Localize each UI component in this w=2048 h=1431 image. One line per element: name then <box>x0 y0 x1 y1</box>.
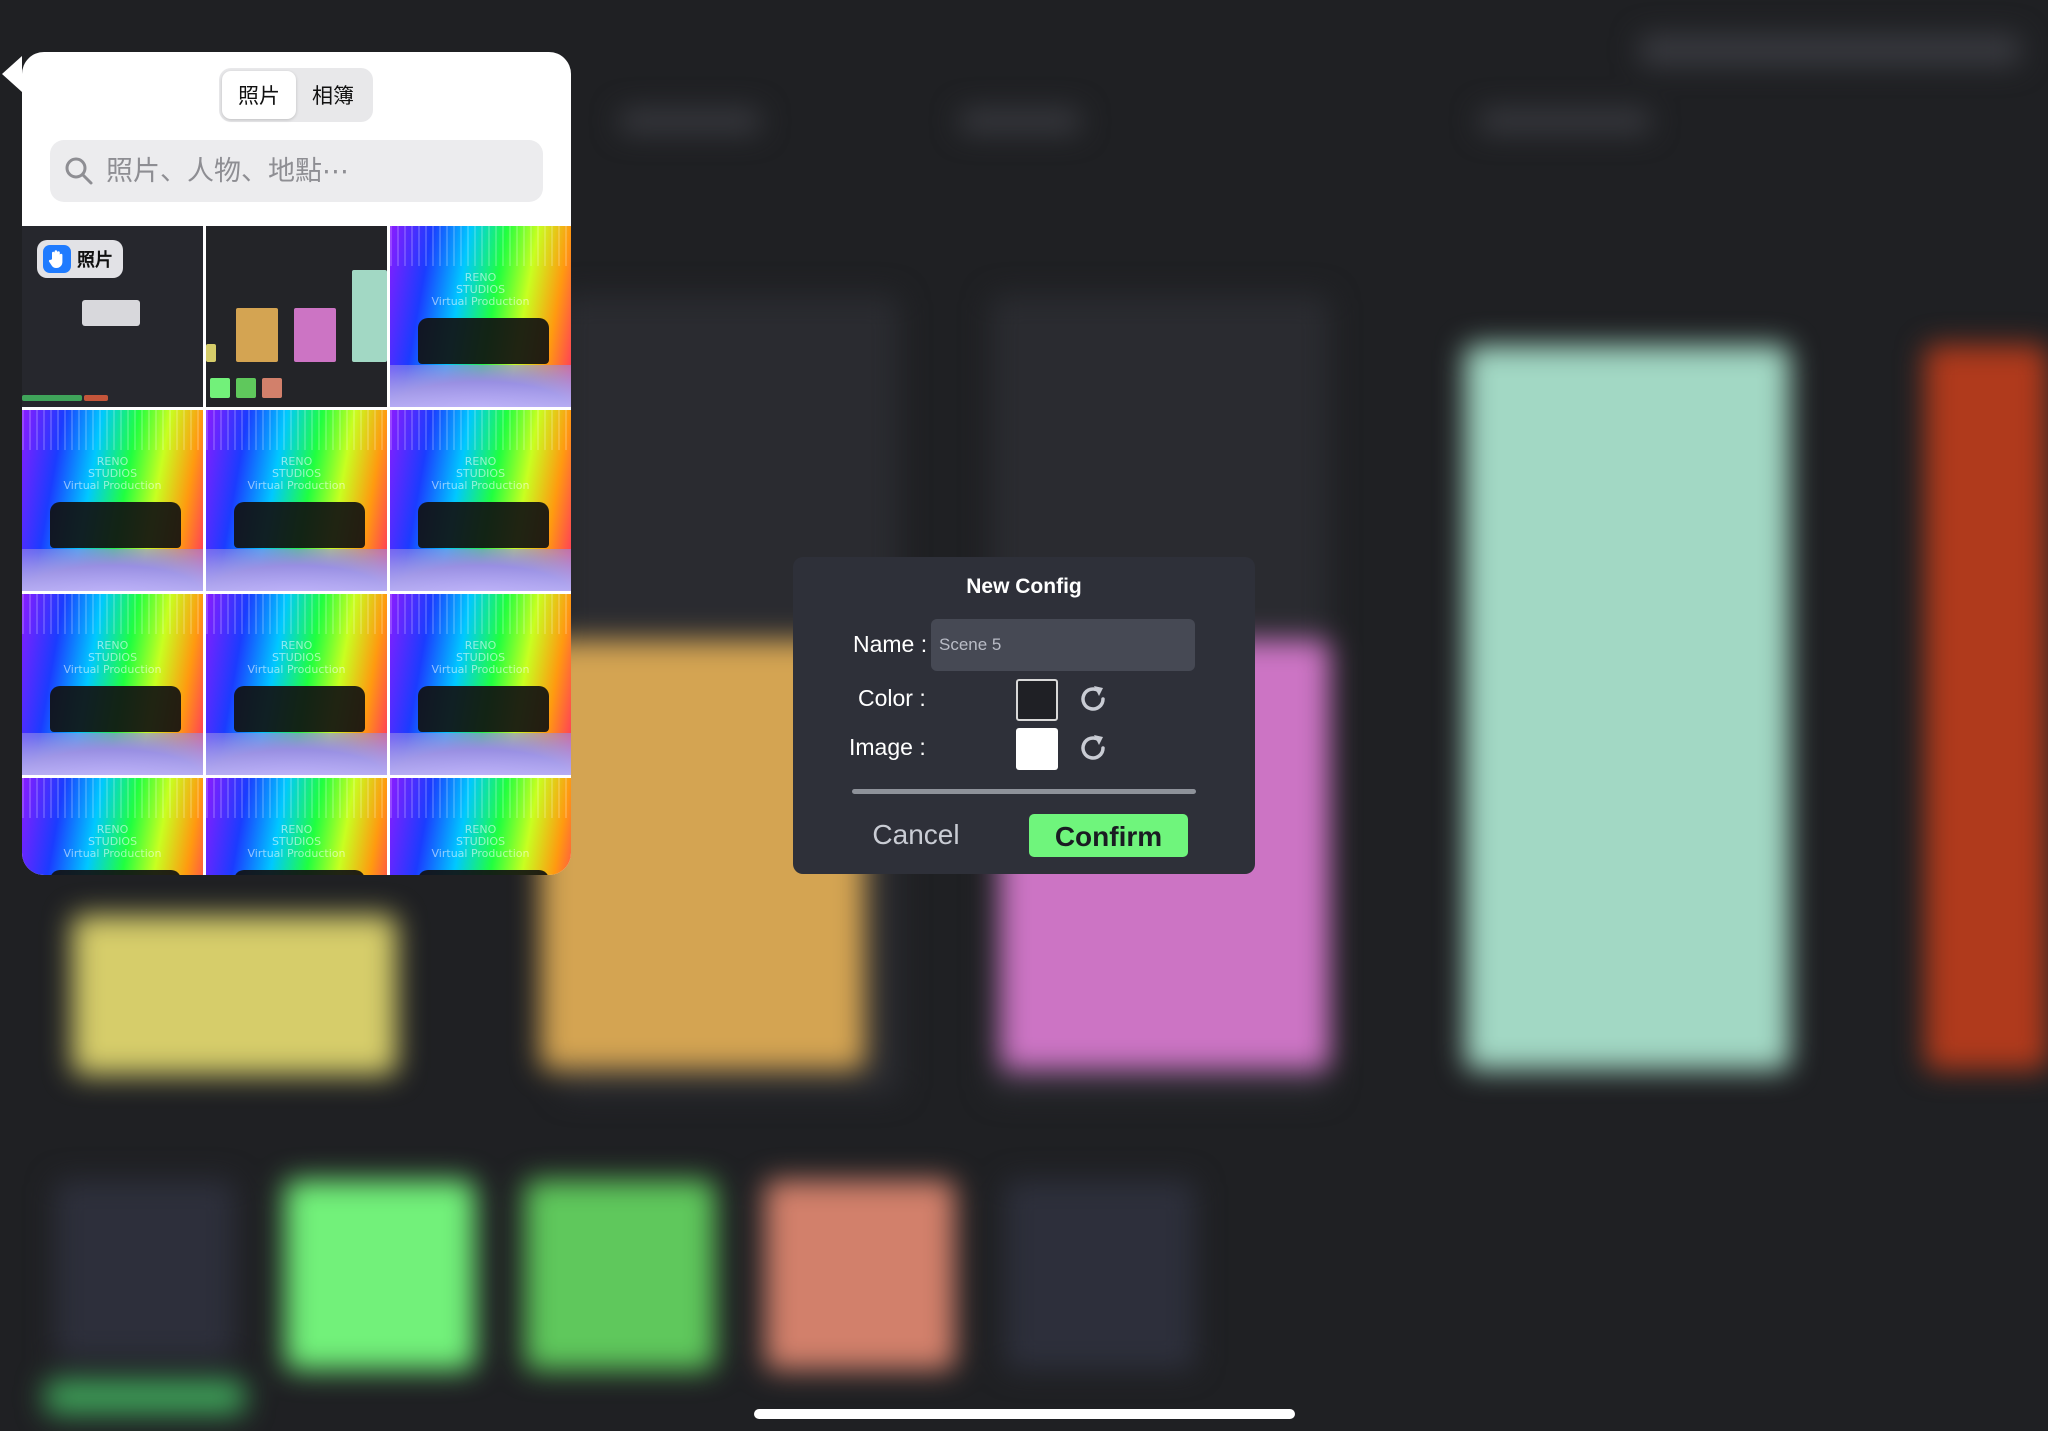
studio-caption: RENO STUDIOS Virtual Production <box>247 823 346 860</box>
studio-caption: RENO STUDIOS Virtual Production <box>431 639 530 676</box>
color-swatch[interactable] <box>1016 679 1058 721</box>
dialog-divider <box>852 789 1196 794</box>
studio-caption: RENO STUDIOS Virtual Production <box>63 639 162 676</box>
studio-caption: RENO STUDIOS Virtual Production <box>431 271 530 308</box>
studio-caption: RENO STUDIOS Virtual Production <box>247 455 346 492</box>
crowd <box>418 870 549 875</box>
floor <box>390 733 571 775</box>
crowd <box>234 502 365 548</box>
photo-thumbnail[interactable]: RENO STUDIOS Virtual Production <box>390 778 571 875</box>
photo-thumbnail[interactable]: RENO STUDIOS Virtual Production <box>22 410 203 591</box>
bg-yellow-block <box>72 915 397 1075</box>
photo-grid: 照片 RENO STUDIOS Virtual Production RENO … <box>22 226 571 875</box>
photo-thumbnail[interactable]: RENO STUDIOS Virtual Production <box>390 410 571 591</box>
bg-label <box>620 110 760 132</box>
crowd <box>418 318 549 364</box>
photo-thumbnail[interactable]: RENO STUDIOS Virtual Production <box>22 778 203 875</box>
bg-label <box>960 110 1080 132</box>
search-bar[interactable] <box>50 140 543 202</box>
thumbnail-block <box>236 308 278 362</box>
tab-albums[interactable]: 相簿 <box>296 71 370 119</box>
crowd <box>234 686 365 732</box>
reset-color-icon[interactable] <box>1075 681 1111 717</box>
floor <box>22 549 203 591</box>
dialog-title: New Config <box>966 575 1082 598</box>
bg-green-bar <box>45 1380 245 1414</box>
thumbnail-block <box>294 308 336 362</box>
image-swatch[interactable] <box>1016 728 1058 770</box>
image-label: Image : <box>849 734 926 760</box>
floor <box>206 733 387 775</box>
photo-picker-popover: 照片 相簿 照片、人物、地點⋯ 照片 RENO STUDIOS Virtual … <box>22 52 571 875</box>
thumbnail-dialog-preview <box>82 300 140 326</box>
name-label: Name : <box>853 631 928 657</box>
studio-caption: RENO STUDIOS Virtual Production <box>431 823 530 860</box>
thumbnail-bar <box>22 395 82 401</box>
bg-dark-tile <box>1005 1180 1195 1370</box>
floor <box>206 549 387 591</box>
photo-thumbnail[interactable]: RENO STUDIOS Virtual Production <box>390 226 571 407</box>
confirm-button[interactable]: Confirm <box>1029 814 1188 857</box>
picker-segmented-control: 照片 相簿 <box>219 68 373 122</box>
bg-label <box>1640 35 2020 65</box>
color-label: Color : <box>858 685 926 711</box>
cancel-button[interactable]: Cancel <box>861 814 971 854</box>
crowd <box>50 870 181 875</box>
crowd <box>234 870 365 875</box>
reset-image-icon[interactable] <box>1075 730 1111 766</box>
photo-thumbnail[interactable]: RENO STUDIOS Virtual Production <box>206 410 387 591</box>
bg-green-tile <box>525 1180 715 1370</box>
bg-salmon-tile <box>765 1180 955 1370</box>
crowd <box>50 686 181 732</box>
thumbnail-block <box>236 378 256 398</box>
crowd <box>418 686 549 732</box>
studio-caption: RENO STUDIOS Virtual Production <box>63 823 162 860</box>
floor <box>390 365 571 407</box>
search-input[interactable] <box>104 154 528 188</box>
floor <box>390 549 571 591</box>
studio-caption: RENO STUDIOS Virtual Production <box>63 455 162 492</box>
hand-icon <box>43 245 71 273</box>
thumbnail-block <box>210 378 230 398</box>
thumbnail-block <box>262 378 282 398</box>
studio-caption: RENO STUDIOS Virtual Production <box>247 639 346 676</box>
home-indicator[interactable] <box>754 1409 1295 1419</box>
bg-red-block <box>1925 345 2048 1070</box>
bg-green-tile <box>285 1180 475 1370</box>
new-config-dialog: New Config Name : Color : Image : Cancel… <box>793 557 1255 874</box>
photo-thumbnail[interactable]: RENO STUDIOS Virtual Production <box>206 594 387 775</box>
crowd <box>418 502 549 548</box>
photo-thumbnail[interactable]: RENO STUDIOS Virtual Production <box>390 594 571 775</box>
photo-drag-badge: 照片 <box>37 240 123 278</box>
photo-thumbnail[interactable]: RENO STUDIOS Virtual Production <box>22 594 203 775</box>
thumbnail-bar <box>84 395 108 401</box>
photo-thumbnail[interactable]: RENO STUDIOS Virtual Production <box>206 778 387 875</box>
popover-arrow <box>2 56 22 92</box>
photo-thumbnail[interactable] <box>206 226 387 407</box>
thumbnail-block <box>352 270 387 362</box>
search-icon <box>65 157 93 185</box>
floor <box>22 733 203 775</box>
photo-thumbnail[interactable]: 照片 <box>22 226 203 407</box>
photo-badge-label: 照片 <box>77 250 113 271</box>
bg-dark-tile <box>55 1180 235 1360</box>
bg-label <box>1480 110 1650 132</box>
crowd <box>50 502 181 548</box>
name-field[interactable] <box>931 619 1195 671</box>
thumbnail-block <box>206 344 216 362</box>
bg-mint-block <box>1465 345 1790 1070</box>
tab-photos[interactable]: 照片 <box>222 71 296 119</box>
studio-caption: RENO STUDIOS Virtual Production <box>431 455 530 492</box>
